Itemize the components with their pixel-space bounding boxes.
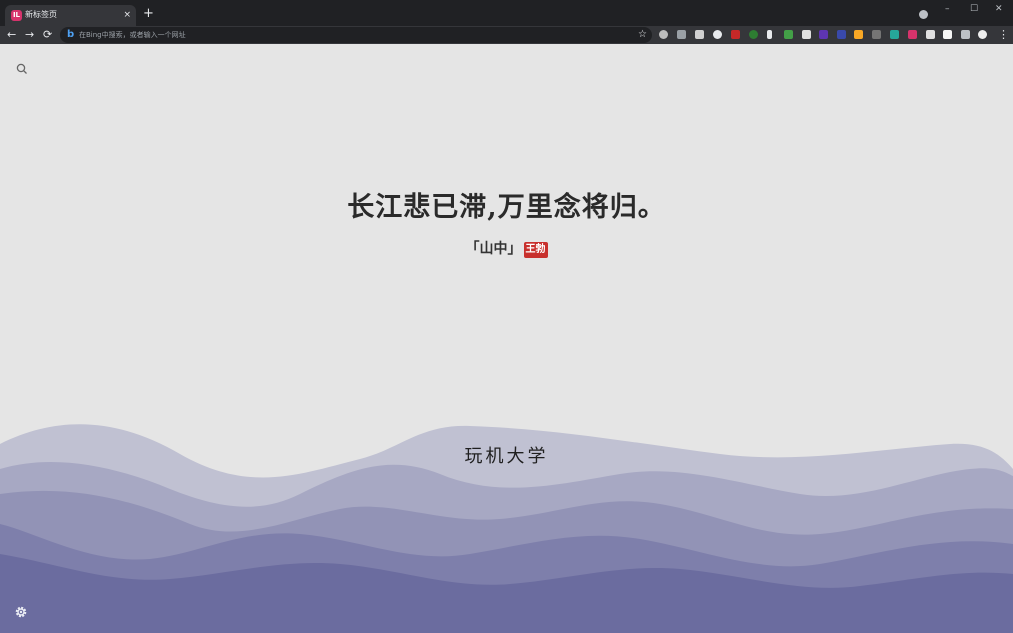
maximize-button[interactable]: ☐	[970, 3, 978, 15]
copy-icon[interactable]	[872, 30, 881, 39]
new-tab-button[interactable]: +	[143, 7, 154, 21]
tab-favicon-icon: IL	[11, 10, 22, 21]
image-icon[interactable]	[695, 30, 704, 39]
browser-toolbar: ← → ⟳ b 在Bing中搜索，或者输入一个网址 ☆ ⋮	[0, 26, 1013, 44]
bing-icon: b	[67, 29, 75, 40]
circle-icon[interactable]	[659, 30, 668, 39]
close-window-button[interactable]: ✕	[995, 3, 1003, 15]
bookmark-star-icon[interactable]: ☆	[638, 28, 647, 42]
il-icon[interactable]	[908, 30, 917, 39]
forward-button[interactable]: →	[25, 28, 34, 42]
x-icon[interactable]	[767, 30, 772, 39]
grid-icon[interactable]	[926, 30, 935, 39]
s-icon[interactable]	[890, 30, 899, 39]
globe-icon[interactable]	[713, 30, 722, 39]
site-name: 玩机大学	[464, 446, 549, 467]
box-icon[interactable]	[802, 30, 811, 39]
yellow-icon[interactable]	[854, 30, 863, 39]
back-button[interactable]: ←	[7, 28, 16, 42]
gem-icon[interactable]	[784, 30, 793, 39]
search-icon[interactable]	[15, 62, 29, 76]
address-placeholder: 在Bing中搜索，或者输入一个网址	[79, 31, 186, 39]
address-bar[interactable]: b 在Bing中搜索，或者输入一个网址 ☆	[60, 27, 652, 43]
profile-icon[interactable]	[919, 10, 928, 19]
gear-icon[interactable]	[13, 604, 29, 620]
browser-menu-icon[interactable]: ⋮	[998, 28, 1009, 42]
reload-button[interactable]: ⟳	[43, 28, 52, 42]
purple-icon[interactable]	[819, 30, 828, 39]
ia-icon[interactable]	[837, 30, 846, 39]
green-leaf-icon[interactable]	[749, 30, 758, 39]
poem-author-badge: 王勃	[523, 242, 548, 258]
tab-close-icon[interactable]: ×	[123, 8, 131, 22]
poem-source: 「山中」 王勃	[0, 238, 1013, 258]
new-tab-page: 长江悲已滞,万里念将归。 「山中」 王勃 玩机大学	[0, 44, 1013, 633]
poem-line: 长江悲已滞,万里念将归。	[347, 192, 666, 223]
puzzle-icon[interactable]	[961, 30, 970, 39]
browser-tab[interactable]: IL 新标签页 ×	[5, 5, 136, 26]
tab-title: 新标签页	[25, 10, 57, 19]
minimize-button[interactable]: –	[945, 3, 950, 15]
shield-icon[interactable]	[677, 30, 686, 39]
tab-strip: IL 新标签页 × + – ☐ ✕	[0, 0, 1013, 26]
poem-title: 「山中」	[465, 241, 522, 257]
c-icon[interactable]	[943, 30, 952, 39]
red-bird-icon[interactable]	[731, 30, 740, 39]
avatar-icon[interactable]	[978, 30, 987, 39]
